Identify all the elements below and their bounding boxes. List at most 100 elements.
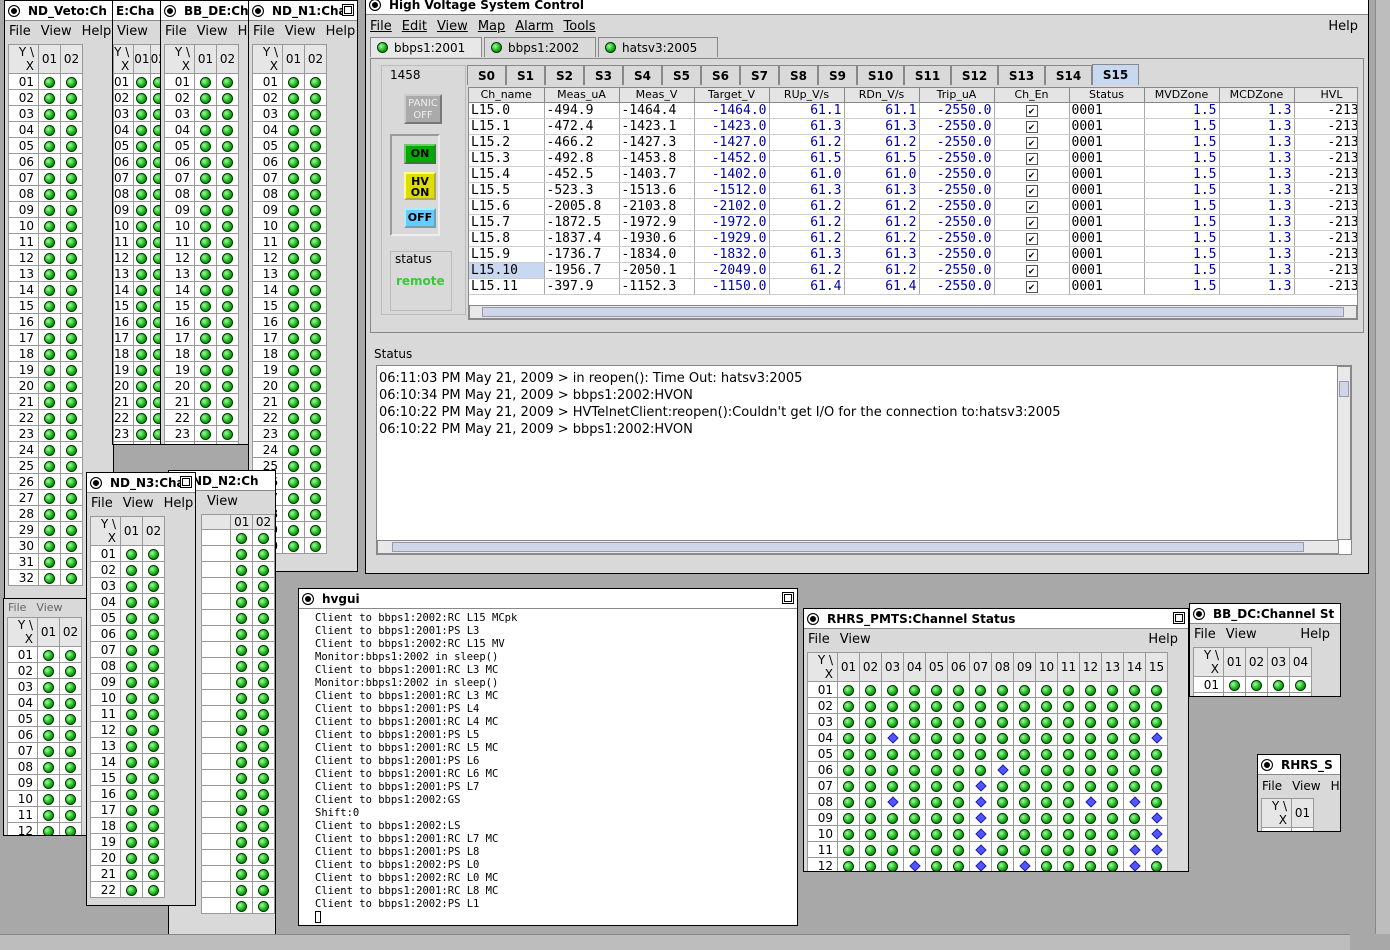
table-cell[interactable]: -2130	[1294, 150, 1357, 167]
channel-cell[interactable]	[1123, 825, 1146, 842]
channel-cell[interactable]	[38, 441, 61, 458]
channel-cell[interactable]	[120, 785, 143, 802]
channel-cell[interactable]	[837, 761, 860, 778]
channel-cell[interactable]	[282, 425, 305, 442]
table-cell[interactable]: -2550.0	[919, 214, 995, 231]
channel-cell[interactable]	[304, 425, 327, 442]
channel-cell[interactable]	[120, 881, 143, 898]
table-cell[interactable]: 61.3	[769, 182, 845, 199]
window-close-icon[interactable]	[1193, 607, 1205, 620]
channel-cell[interactable]	[304, 169, 327, 186]
table-cell[interactable]: 61.2	[844, 198, 920, 215]
channel-cell[interactable]	[282, 409, 305, 426]
channel-cell[interactable]	[859, 857, 882, 871]
channel-cell[interactable]	[216, 281, 239, 298]
channel-cell[interactable]	[37, 694, 60, 711]
channel-cell[interactable]	[37, 726, 60, 743]
table-cell[interactable]: ✔	[994, 230, 1070, 247]
channel-cell[interactable]	[216, 393, 239, 410]
channel-cell[interactable]	[252, 865, 275, 882]
channel-cell[interactable]	[925, 841, 948, 858]
channel-cell[interactable]	[133, 217, 151, 234]
channel-cell[interactable]	[1123, 697, 1146, 714]
channel-cell[interactable]	[59, 822, 82, 835]
channel-cell[interactable]	[1035, 745, 1058, 762]
channel-cell[interactable]	[304, 393, 327, 410]
channel-cell[interactable]	[282, 105, 305, 122]
menu-view[interactable]: View	[207, 494, 238, 509]
table-cell[interactable]: 1.5	[1144, 198, 1220, 215]
channel-cell[interactable]	[38, 297, 61, 314]
table-cell[interactable]: 0001	[1069, 134, 1145, 151]
channel-cell[interactable]	[216, 201, 239, 218]
channel-cell[interactable]	[133, 361, 151, 378]
channel-cell[interactable]	[282, 345, 305, 362]
channel-cell[interactable]	[60, 265, 83, 282]
channel-cell[interactable]	[133, 393, 151, 410]
channel-cell[interactable]	[60, 169, 83, 186]
ch-en-checkbox[interactable]: ✔	[1025, 104, 1038, 117]
channel-cell[interactable]	[230, 817, 254, 834]
table-cell[interactable]: -1834.0	[619, 246, 695, 263]
channel-cell[interactable]	[38, 153, 61, 170]
channel-cell[interactable]	[38, 137, 61, 154]
table-cell[interactable]: 1.5	[1144, 182, 1220, 199]
channel-cell[interactable]	[282, 217, 305, 234]
channel-cell[interactable]	[1101, 729, 1124, 746]
channel-cell[interactable]	[194, 73, 217, 90]
channel-cell[interactable]	[282, 121, 305, 138]
channel-cell[interactable]	[142, 641, 165, 658]
channel-cell[interactable]	[60, 505, 83, 522]
table-row[interactable]: L15.2 -466.2 -1427.3 -1427.0 61.2 61.2 -2550.0…	[469, 134, 1357, 151]
channel-cell[interactable]	[304, 441, 327, 458]
channel-cell[interactable]	[837, 793, 860, 810]
table-cell[interactable]: 0001	[1069, 150, 1145, 167]
channel-cell[interactable]	[60, 377, 83, 394]
channel-cell[interactable]	[1145, 857, 1168, 871]
channel-cell[interactable]	[37, 742, 60, 759]
channel-cell[interactable]	[60, 89, 83, 106]
channel-cell[interactable]	[947, 761, 970, 778]
table-cell[interactable]: 0001	[1069, 198, 1145, 215]
table-cell[interactable]: 0001	[1069, 278, 1145, 295]
menu-view[interactable]: View	[117, 24, 148, 39]
channel-cell[interactable]	[60, 441, 83, 458]
table-cell[interactable]: 61.2	[844, 262, 920, 279]
channel-cell[interactable]	[142, 801, 165, 818]
channel-cell[interactable]	[1079, 825, 1102, 842]
menu-help[interactable]: Help	[1300, 627, 1330, 642]
menu-view[interactable]: View	[41, 24, 72, 39]
channel-cell[interactable]	[120, 625, 143, 642]
channel-cell[interactable]	[1079, 857, 1102, 871]
channel-cell[interactable]	[969, 841, 992, 858]
menu-file[interactable]: File	[9, 24, 31, 39]
menu-tools[interactable]: Tools	[564, 19, 596, 34]
channel-cell[interactable]	[282, 393, 305, 410]
desktop-vscrollbar[interactable]	[1375, 0, 1390, 934]
slot-tab[interactable]: S12	[951, 65, 998, 85]
channel-cell[interactable]	[60, 201, 83, 218]
channel-cell[interactable]	[304, 105, 327, 122]
table-cell[interactable]: -1736.7	[544, 246, 620, 263]
table-cell[interactable]: L15.2	[469, 134, 545, 151]
menu-file[interactable]: File	[91, 496, 113, 511]
titlebar[interactable]: E:Cha	[113, 1, 161, 21]
menu-view[interactable]: View	[437, 19, 468, 34]
table-cell[interactable]: 61.3	[844, 118, 920, 135]
channel-cell[interactable]	[969, 729, 992, 746]
channel-cell[interactable]	[252, 545, 275, 562]
channel-cell[interactable]	[230, 545, 254, 562]
table-cell[interactable]: 61.3	[769, 118, 845, 135]
table-cell[interactable]: -1402.0	[694, 166, 770, 183]
table-cell[interactable]: 0001	[1069, 214, 1145, 231]
channel-cell[interactable]	[304, 377, 327, 394]
channel-cell[interactable]	[216, 409, 239, 426]
main-titlebar[interactable]: High Voltage System Control	[366, 0, 1368, 15]
ch-en-checkbox[interactable]: ✔	[1025, 216, 1038, 229]
channel-cell[interactable]	[837, 841, 860, 858]
channel-cell[interactable]	[304, 521, 327, 538]
channel-cell[interactable]	[903, 809, 926, 826]
table-cell[interactable]: ✔	[994, 262, 1070, 279]
channel-cell[interactable]	[837, 809, 860, 826]
channel-cell[interactable]	[38, 73, 61, 90]
